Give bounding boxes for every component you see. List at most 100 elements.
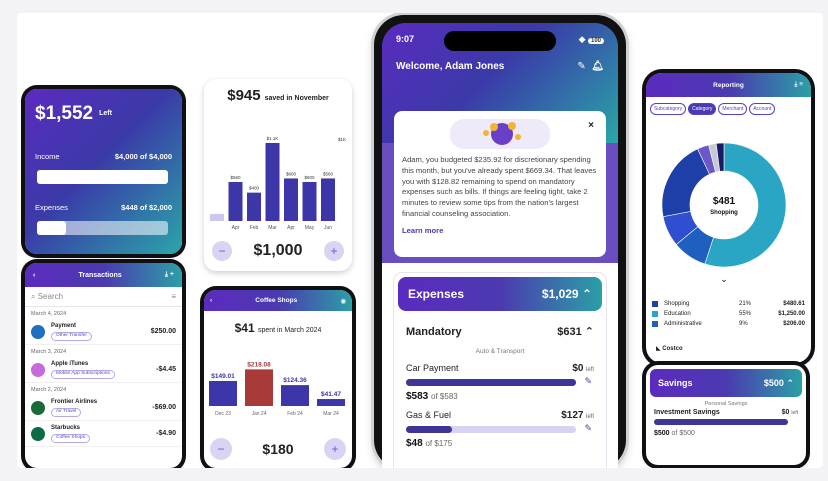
expenses-row: Expenses $448 of $2,000 [35,203,172,212]
x-tick-label: Apr [287,225,295,231]
increase-button[interactable]: + [324,438,346,460]
transaction-row[interactable]: Payment Other Transfer $250.00 [25,319,182,345]
filter-chip[interactable]: Category [688,103,717,115]
transaction-amount: -$69.00 [152,404,176,411]
bar-value-label: $218.08 [247,361,271,368]
expense-items: Car Payment $0 left ✎ $583 of $583 Gas & Fue… [394,361,606,455]
expense-item[interactable]: Gas & Fuel $127 left ✎ $48 of $175 [394,408,606,455]
mandatory-row[interactable]: Mandatory $631 ⌃ [394,315,606,342]
filter-chip[interactable]: Merchant [718,103,748,115]
pencil-icon[interactable]: ✎ [577,61,585,72]
bar[interactable] [284,178,298,221]
expenses-panel: Expenses $1,029 ⌃ Mandatory $631 ⌃ Auto … [394,273,606,468]
x-tick-label: Apr [232,225,240,231]
expense-amount: $48 of $175 [406,438,453,449]
group-label: Auto & Transport [475,348,525,355]
bar[interactable] [281,385,309,406]
balance-card: $1,552 Left Income $4,000 of $4,000 Expens… [25,89,182,254]
transaction-row[interactable]: Starbucks Coffee Shops -$4.90 [25,421,182,447]
chevron-up-icon: ⌃ [786,377,794,388]
download-icon[interactable]: ⤓ ≡ [795,81,803,89]
legend-swatch [652,301,658,307]
bar[interactable] [302,182,317,221]
income-progress-bar [37,170,168,184]
music-icon [31,362,45,377]
x-tick-label: Jan 24 [251,411,266,417]
bar[interactable] [317,399,345,406]
decrease-button[interactable]: − [212,241,232,261]
category-tag: Coffee Shops [51,433,90,443]
bar-value-label: $560 [230,175,241,180]
reporting-header: Reporting ⤓ ≡ [646,73,811,97]
savings-header[interactable]: Savings $500 ⌃ [650,369,802,397]
bar[interactable] [265,143,280,221]
expense-progress-bar: ✎ [406,376,592,386]
bar[interactable] [245,369,273,406]
bar-value-label: $400 [249,186,260,191]
x-tick-label: Feb 24 [287,411,303,417]
pencil-icon[interactable]: ✎ [584,376,592,387]
transaction-date: March 4, 2024 [31,311,67,317]
expenses-header[interactable]: Expenses $1,029 ⌃ [398,277,602,311]
selected-value: $1,000 [253,242,303,259]
savings-stepper: − $1,000 + [204,239,352,263]
expense-item[interactable]: Car Payment $0 left ✎ $583 of $583 [394,361,606,408]
transactions-title: Transactions [78,271,122,279]
chevron-up-icon: ⌃ [581,287,592,301]
decrease-button[interactable]: − [210,438,232,460]
pencil-icon[interactable]: ✎ [584,423,592,434]
transaction-name: Frontier Airlines Air Travel [51,398,152,417]
coffee-stepper: − $180 + [204,438,352,460]
learn-more-link[interactable]: Learn more [402,226,598,237]
bar[interactable] [247,192,261,221]
transaction-amount: -$4.45 [156,366,176,373]
coffee-selected-value: $180 [262,441,294,457]
coffee-icon [31,426,45,441]
bar[interactable] [228,182,243,221]
transaction-amount: $250.00 [150,328,176,335]
transaction-name: Apple iTunes Mobile App Subscriptions [51,360,156,379]
bar[interactable] [321,178,335,221]
close-icon[interactable]: × [588,119,594,133]
chevron-down-icon[interactable]: ⌄ [720,274,728,284]
balance-amount: $1,552 Left [35,103,112,124]
search-bar[interactable]: ⌕ Search ≡ [25,287,182,307]
transaction-row[interactable]: Frontier Airlines Air Travel -$69.00 [25,395,182,421]
coffee-bar-chart: $149.01 Dec 23 $218.08 Jan 24 $124.36 Feb 24 $… [209,361,345,417]
bar-value-label: $124.36 [283,377,307,384]
bar[interactable] [209,380,237,406]
filter-icon[interactable]: ≡ [171,292,176,301]
bar-value-label: $600 [286,171,297,176]
filter-chip[interactable]: Account [749,103,776,115]
budget-message-card: × Adam, you budgeted $235.92 for discret… [394,111,606,257]
transactions-header: ‹ Transactions ⤓ + [25,263,182,287]
battery-icon: ◆ 100 [579,34,604,45]
savings-title: $945 saved in November [227,87,329,104]
savings-amount: $500 of $500 [654,430,695,437]
bar-value-label: $600 [304,175,315,180]
filter-chip[interactable]: Subcategory [650,103,687,115]
transaction-row[interactable]: Apple iTunes Mobile App Subscriptions -$4.… [25,357,182,383]
expenses-area: Expenses $1,029 ⌃ Mandatory $631 ⌃ Auto … [382,263,618,468]
transaction-amount: -$4.90 [156,430,176,437]
bar[interactable] [210,213,224,221]
bar-value-label: $149.01 [211,373,235,380]
legend-swatch [652,311,658,317]
bar-value-label: $560 [323,171,334,176]
bell-icon[interactable]: 🔔︎ [591,61,604,72]
savings-group-label: Personal Savings [704,401,748,407]
legend-row: Administrative 9% $206.00 [652,321,805,327]
savings-card: Savings $500 ⌃ Personal Savings Investme… [646,365,806,465]
legend-row: Education 55% $1,250.00 [652,311,805,317]
chevron-up-icon: ⌃ [584,326,594,338]
back-icon[interactable]: ‹ [33,272,35,279]
transaction-date: March 2, 2024 [31,387,67,393]
status-time: 9:07 [396,34,415,44]
category-donut-chart: $481 Shopping ⌄ [661,142,787,284]
eye-icon[interactable]: ◉ [340,297,346,305]
back-icon[interactable]: ‹ [210,297,212,304]
increase-button[interactable]: + [324,241,344,261]
download-icon[interactable]: ⤓ + [165,271,174,279]
savings-bar-chart: $560 Apr $400 Feb $1.1K Mar $600 Apr $600 May $560… [210,136,346,231]
legend-row: Shopping 21% $480.61 [652,301,805,307]
